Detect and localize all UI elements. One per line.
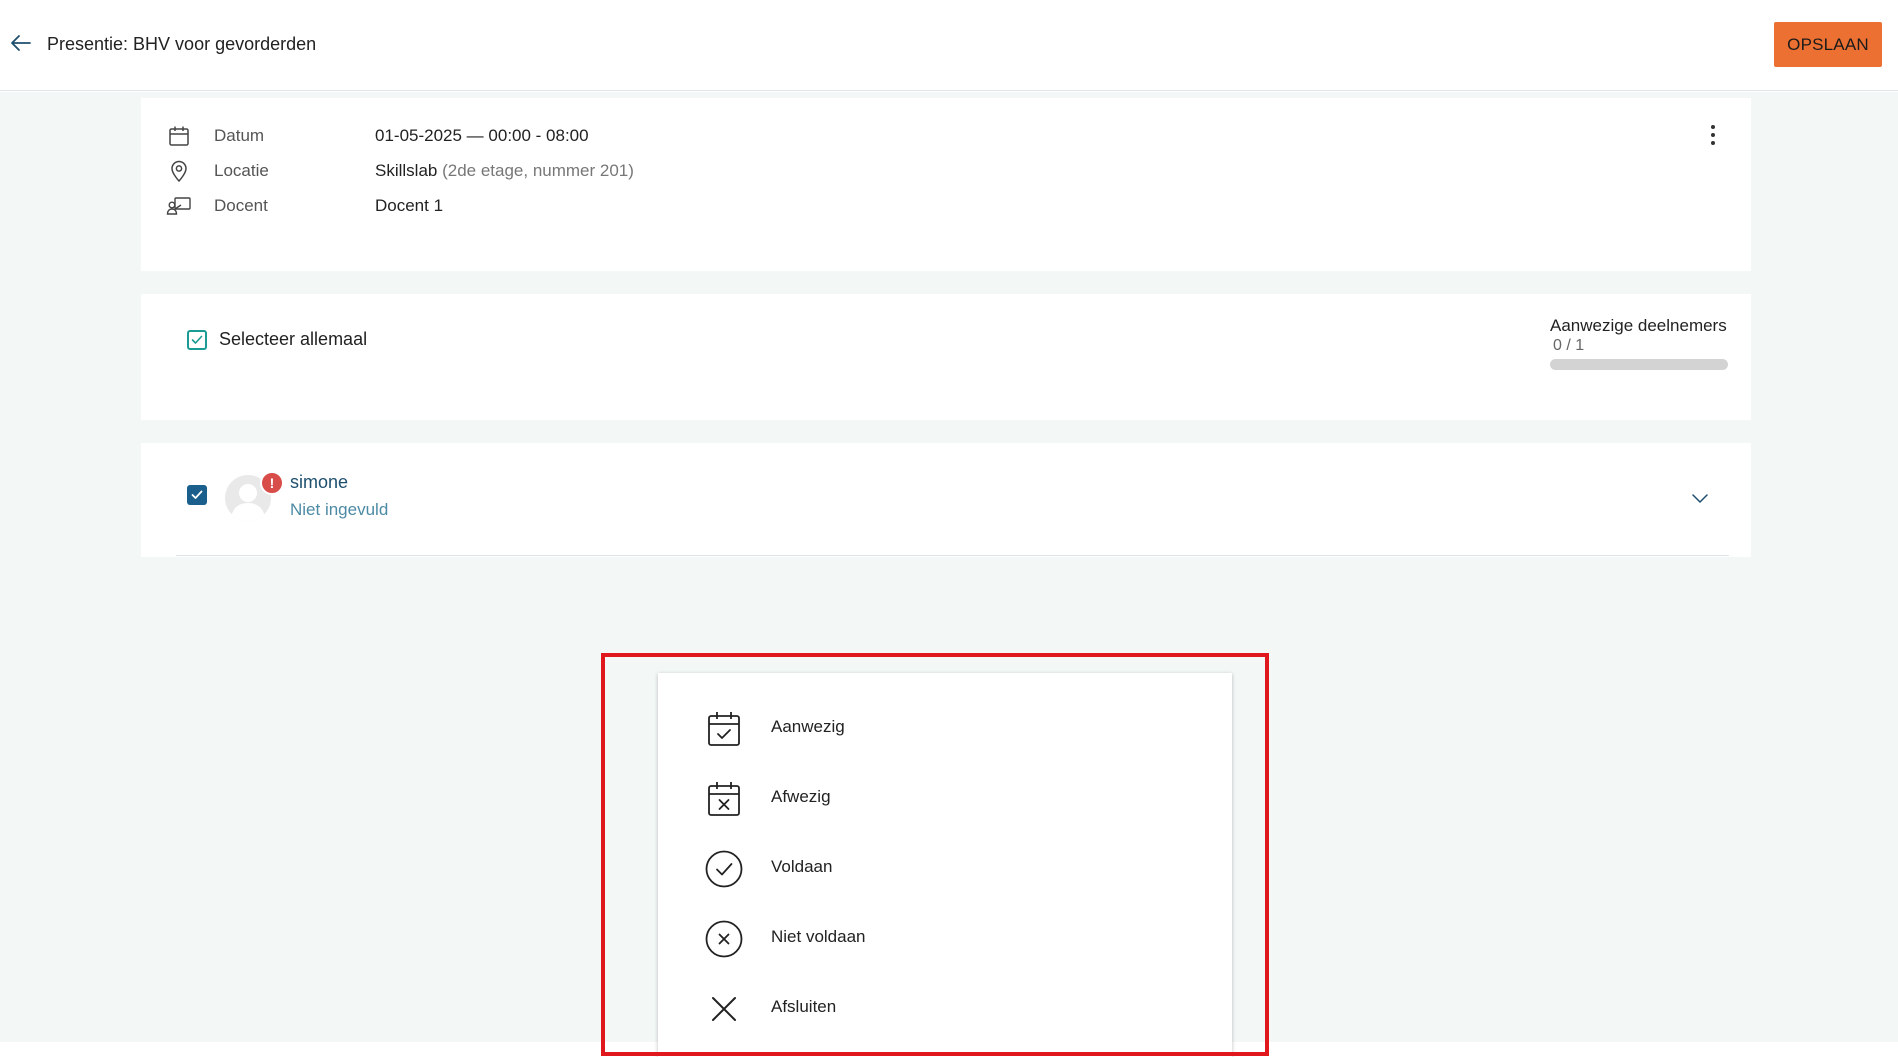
- page-title: Presentie: BHV voor gevorderden: [47, 34, 317, 54]
- menu-item-label: Aanwezig: [771, 717, 845, 736]
- attendance-title: Aanwezige deelnemers: [1550, 316, 1727, 335]
- location-pin-icon: [166, 158, 192, 184]
- menu-item-niet-voldaan[interactable]: Niet voldaan: [658, 903, 1232, 973]
- selection-card: Selecteer allemaal Aanwezige deelnemers …: [141, 294, 1751, 420]
- menu-item-label: Afwezig: [771, 787, 831, 806]
- session-info-card: Datum 01-05-2025 — 00:00 - 08:00 Locatie…: [141, 98, 1751, 271]
- arrow-left-icon: [11, 35, 31, 51]
- expand-button[interactable]: [1690, 488, 1710, 508]
- select-all-checkbox[interactable]: Selecteer allemaal: [187, 329, 367, 350]
- save-button[interactable]: OPSLAAN: [1774, 22, 1882, 67]
- menu-item-label: Afsluiten: [771, 997, 837, 1016]
- menu-item-aanwezig[interactable]: Aanwezig: [658, 693, 1232, 763]
- circle-x-icon: [704, 919, 744, 959]
- calendar-icon: [166, 123, 192, 149]
- teacher-board-icon: [166, 193, 192, 219]
- date-row: Datum 01-05-2025 — 00:00 - 08:00: [166, 122, 589, 150]
- menu-item-voldaan[interactable]: Voldaan: [658, 833, 1232, 903]
- location-value: Skillslab (2de etage, nummer 201): [375, 161, 634, 181]
- alert-badge: !: [260, 471, 284, 495]
- menu-item-afsluiten[interactable]: Afsluiten: [658, 973, 1232, 1043]
- participant-card: ! simone Niet ingevuld: [141, 443, 1751, 557]
- checkbox-outline-icon: [187, 329, 207, 350]
- more-options-button[interactable]: [1703, 122, 1723, 148]
- back-button[interactable]: [6, 28, 36, 58]
- select-all-label: Selecteer allemaal: [219, 329, 368, 349]
- top-bar: Presentie: BHV voor gevorderden OPSLAAN: [0, 0, 1898, 91]
- close-icon: [704, 989, 744, 1029]
- status-action-menu: Aanwezig Afwezig Voldaan Niet voldaan Af…: [658, 673, 1232, 1057]
- menu-item-afwezig[interactable]: Afwezig: [658, 763, 1232, 833]
- check-icon: [191, 490, 203, 499]
- teacher-row: Docent Docent 1: [166, 192, 443, 220]
- attendance-progress-bar: [1550, 359, 1728, 370]
- location-row: Locatie Skillslab (2de etage, nummer 201…: [166, 157, 634, 185]
- location-detail: (2de etage, nummer 201): [442, 161, 634, 180]
- calendar-check-icon: [704, 709, 744, 749]
- attendance-summary: Aanwezige deelnemers 0 / 1: [1550, 316, 1728, 370]
- row-divider: [176, 555, 1729, 556]
- chevron-down-icon: [1692, 494, 1708, 503]
- participant-checkbox[interactable]: [187, 485, 207, 505]
- teacher-value: Docent 1: [375, 196, 444, 215]
- circle-check-icon: [704, 849, 744, 889]
- location-label: Locatie: [214, 161, 269, 180]
- location-name: Skillslab: [375, 161, 438, 180]
- date-value: 01-05-2025 — 00:00 - 08:00: [375, 126, 589, 145]
- participant-status: Niet ingevuld: [290, 500, 389, 519]
- participant-name: simone: [290, 472, 349, 492]
- menu-item-label: Voldaan: [771, 857, 833, 876]
- date-label: Datum: [214, 126, 265, 145]
- calendar-x-icon: [704, 779, 744, 819]
- menu-item-label: Niet voldaan: [771, 927, 866, 946]
- teacher-label: Docent: [214, 196, 268, 215]
- attendance-count: 0 / 1: [1553, 337, 1585, 354]
- kebab-menu-icon: [1711, 125, 1715, 145]
